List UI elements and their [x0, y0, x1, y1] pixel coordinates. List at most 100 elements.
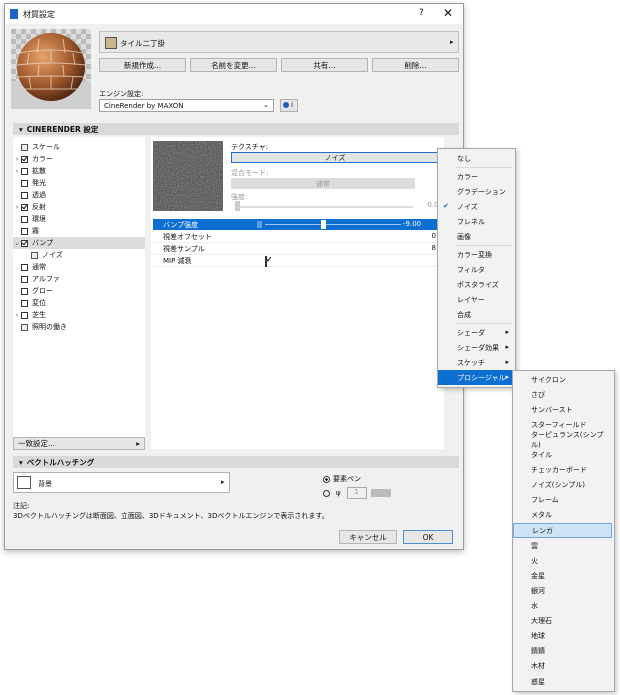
submenu-item[interactable]: ノイズ(シンプル)	[513, 478, 612, 493]
chevron-right-icon[interactable]: ›	[13, 155, 21, 163]
channel-checkbox[interactable]	[21, 167, 28, 175]
tree-item[interactable]: 霧	[13, 225, 145, 237]
channel-checkbox[interactable]	[21, 191, 28, 199]
parallax-samples-value[interactable]: 8	[432, 244, 436, 252]
chevron-right-icon[interactable]: ›	[13, 203, 21, 211]
menu-item[interactable]: カラー変換	[438, 247, 513, 262]
bump-strength-value[interactable]: -9.00	[403, 220, 421, 228]
submenu-item[interactable]: 水	[513, 599, 612, 614]
submenu-item[interactable]: 地球	[513, 629, 612, 644]
submenu-item[interactable]: 銀河	[513, 583, 612, 598]
engine-options-button[interactable]: i	[280, 99, 298, 112]
submenu-item[interactable]: 火	[513, 553, 612, 568]
menu-item[interactable]: フィルタ	[438, 262, 513, 277]
tree-item[interactable]: アルファ	[13, 273, 145, 285]
submenu-item[interactable]: 雲	[513, 538, 612, 553]
mip-falloff-checkbox[interactable]	[265, 256, 267, 267]
submenu-item[interactable]: チェッカーボード	[513, 463, 612, 478]
menu-item[interactable]: 合成	[438, 307, 513, 322]
pen-color-swatch[interactable]	[370, 489, 391, 497]
tree-item[interactable]: ノイズ	[13, 249, 155, 261]
bump-strength-row[interactable]: バンプ強度 -9.00	[153, 219, 442, 230]
chevron-right-icon[interactable]: ›	[13, 167, 21, 175]
element-pen-radio[interactable]: 要素ペン	[323, 474, 361, 484]
tree-item[interactable]: スケール	[13, 141, 145, 153]
submenu-item[interactable]: タイル	[513, 448, 612, 463]
new-button[interactable]: 新規作成...	[99, 58, 186, 72]
tree-item[interactable]: › 拡散	[13, 165, 145, 177]
menu-item[interactable]: スケッチ ▸	[438, 355, 513, 370]
bump-slider-track[interactable]	[265, 224, 401, 225]
tree-item[interactable]: グロー	[13, 285, 145, 297]
channel-checkbox[interactable]	[21, 179, 28, 187]
menu-item[interactable]: グラデーション	[438, 184, 513, 199]
parallax-offset-row[interactable]: 視差オフセット 0	[153, 231, 438, 243]
submenu-item[interactable]: ターピュランス(シンプル)	[513, 431, 612, 449]
custom-pen-radio[interactable]: ψ 1	[323, 487, 391, 499]
channel-checkbox[interactable]	[21, 239, 28, 247]
delete-button[interactable]: 削除...	[372, 58, 459, 72]
menu-item[interactable]: フレネル	[438, 214, 513, 229]
tree-item[interactable]: 透過	[13, 189, 145, 201]
tree-item[interactable]: › カラー	[13, 153, 145, 165]
strength-slider-track[interactable]	[237, 206, 413, 208]
menu-item[interactable]: なし	[438, 151, 513, 166]
tree-item[interactable]: 発光	[13, 177, 145, 189]
channel-checkbox[interactable]	[21, 299, 28, 307]
submenu-item[interactable]: 木材	[513, 659, 612, 674]
submenu-item[interactable]: サンバースト	[513, 402, 612, 417]
share-button[interactable]: 共有...	[281, 58, 368, 72]
ok-button[interactable]: OK	[403, 530, 453, 544]
tree-item[interactable]: 照明の働き	[13, 321, 145, 333]
menu-item[interactable]: シェーダ ▸	[438, 325, 513, 340]
blend-select[interactable]: 通常	[231, 178, 415, 189]
mip-falloff-row[interactable]: MIP 減衰	[153, 255, 438, 267]
submenu-item[interactable]: 惑星	[513, 674, 612, 689]
parallax-samples-row[interactable]: 視差サンプル 8	[153, 243, 438, 255]
menu-item[interactable]: シェーダ効果 ▸	[438, 340, 513, 355]
tree-item[interactable]: › 芝生	[13, 309, 145, 321]
channel-checkbox[interactable]	[21, 227, 28, 235]
hatching-section-header[interactable]: ▾ ベクトルハッチング	[13, 456, 459, 468]
tree-item[interactable]: › 反射	[13, 201, 145, 213]
parallax-offset-value[interactable]: 0	[432, 232, 436, 240]
submenu-item[interactable]: 金星	[513, 568, 612, 583]
submenu-item[interactable]: サイクロン	[513, 372, 612, 387]
slider-min-arrow[interactable]	[257, 221, 262, 228]
menu-item[interactable]: ✔ ノイズ	[438, 199, 513, 214]
cancel-button[interactable]: キャンセル	[339, 530, 397, 544]
cinerender-section-header[interactable]: ▾ CINERENDER 設定	[13, 123, 459, 135]
chevron-right-icon[interactable]: ›	[13, 311, 21, 319]
menu-item[interactable]: 画像	[438, 229, 513, 244]
menu-item[interactable]: ポスタライズ	[438, 277, 513, 292]
channel-checkbox[interactable]	[21, 203, 28, 211]
menu-item[interactable]: レイヤー	[438, 292, 513, 307]
tree-item[interactable]: ⌄ バンプ	[13, 237, 145, 249]
submenu-item[interactable]: 大理石	[513, 614, 612, 629]
submenu-item[interactable]: メタル	[513, 508, 612, 523]
submenu-item[interactable]: 錆錆	[513, 644, 612, 659]
background-select[interactable]: 背景 ▸	[13, 472, 230, 493]
tree-item[interactable]: 通常	[13, 261, 145, 273]
close-icon[interactable]: ✕	[443, 6, 453, 20]
channel-checkbox[interactable]	[21, 263, 28, 271]
material-selector[interactable]: タイル二丁掛 ▸	[99, 31, 459, 53]
channel-checkbox[interactable]	[21, 215, 28, 223]
pen-number-field[interactable]: 1	[346, 487, 367, 499]
bump-slider-thumb[interactable]	[321, 220, 326, 229]
channel-checkbox[interactable]	[21, 155, 28, 163]
chevron-right-icon[interactable]: ⌄	[13, 239, 21, 247]
help-button[interactable]: ?	[419, 8, 424, 18]
rename-button[interactable]: 名前を変更...	[190, 58, 277, 72]
submenu-item[interactable]: レンガ	[513, 523, 612, 538]
texture-select[interactable]: ノイズ	[231, 152, 439, 163]
strength-slider-thumb[interactable]	[235, 201, 240, 211]
channel-checkbox[interactable]	[21, 311, 28, 319]
submenu-item[interactable]: さび	[513, 387, 612, 402]
submenu-item[interactable]: フレーム	[513, 493, 612, 508]
menu-item[interactable]: カラー	[438, 169, 513, 184]
tree-item[interactable]: 環境	[13, 213, 145, 225]
channel-checkbox[interactable]	[21, 287, 28, 295]
match-settings-button[interactable]: 一致設定... ▸	[13, 437, 145, 450]
menu-item[interactable]: プロシージャル ▸	[438, 370, 513, 385]
